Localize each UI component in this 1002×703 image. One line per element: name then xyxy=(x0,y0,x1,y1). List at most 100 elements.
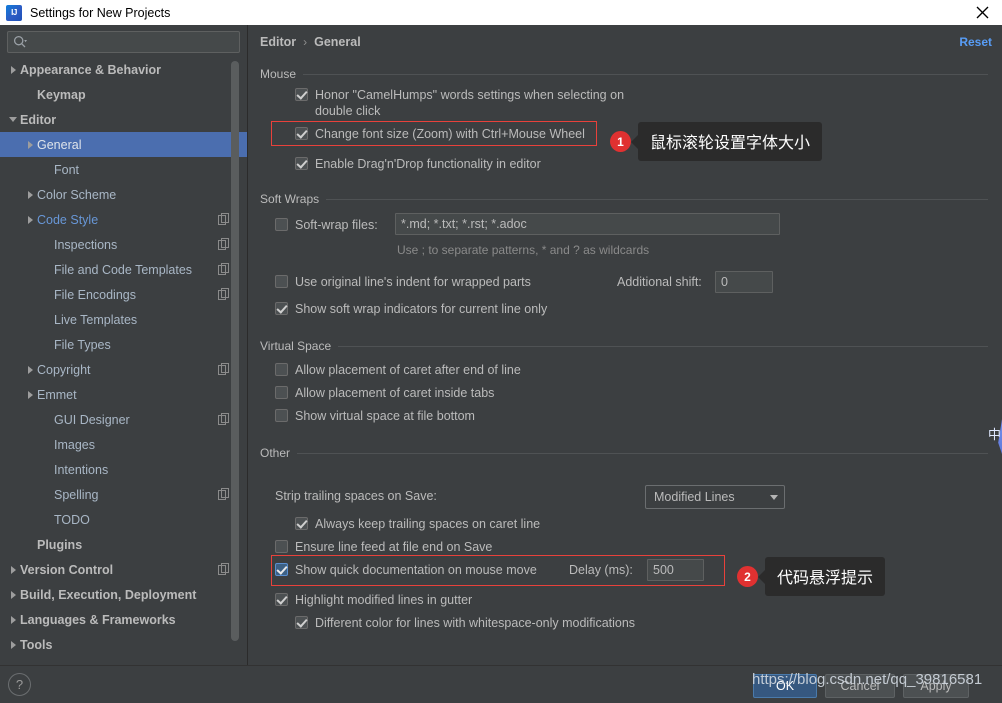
reset-link[interactable]: Reset xyxy=(959,35,992,49)
sidebar-item-copyright[interactable]: Copyright xyxy=(0,357,247,382)
checkbox-caret-inside-tabs[interactable]: Allow placement of caret inside tabs xyxy=(275,385,494,401)
chevron-right-icon[interactable] xyxy=(6,613,20,627)
group-virtual-space: Virtual Space xyxy=(260,339,988,353)
sidebar-item-live-templates[interactable]: Live Templates xyxy=(0,307,247,332)
sidebar-item-general[interactable]: General xyxy=(0,132,247,157)
sidebar-item-keymap[interactable]: Keymap xyxy=(0,82,247,107)
checkbox-highlight-modified[interactable]: Highlight modified lines in gutter xyxy=(275,592,472,608)
sidebar-scrollbar-thumb[interactable] xyxy=(231,61,239,641)
checkbox-icon[interactable] xyxy=(275,563,288,576)
apply-button[interactable]: Apply xyxy=(903,674,969,698)
close-icon[interactable] xyxy=(962,0,1002,25)
sidebar-item-file-encodings[interactable]: File Encodings xyxy=(0,282,247,307)
checkbox-use-original-indent[interactable]: Use original line's indent for wrapped p… xyxy=(275,274,531,290)
cancel-button[interactable]: Cancel xyxy=(825,674,895,698)
chevron-right-icon[interactable] xyxy=(23,188,37,202)
sidebar-item-emmet[interactable]: Emmet xyxy=(0,382,247,407)
checkbox-icon[interactable] xyxy=(275,363,288,376)
checkbox-icon[interactable] xyxy=(295,88,308,101)
copy-icon xyxy=(218,363,229,375)
checkbox-show-quick-documentation[interactable]: Show quick documentation on mouse move xyxy=(275,562,537,578)
chevron-right-icon[interactable] xyxy=(6,63,20,77)
sidebar-item-label: Appearance & Behavior xyxy=(20,62,162,77)
sidebar-item-code-style[interactable]: Code Style xyxy=(0,207,247,232)
checkbox-icon[interactable] xyxy=(275,593,288,606)
group-other-header: Other xyxy=(260,446,988,460)
delay-input[interactable] xyxy=(647,559,704,581)
checkbox-icon[interactable] xyxy=(295,127,308,140)
checkbox-icon[interactable] xyxy=(295,616,308,629)
checkbox-honor-camelhumps[interactable]: Honor "CamelHumps" words settings when s… xyxy=(295,87,660,119)
sidebar-item-label: Emmet xyxy=(37,387,77,402)
breadcrumb-parent[interactable]: Editor xyxy=(260,35,296,49)
strip-trailing-select[interactable]: Modified Lines xyxy=(645,485,785,509)
checkbox-use-original-indent-label: Use original line's indent for wrapped p… xyxy=(295,275,531,289)
divider xyxy=(326,198,988,200)
sidebar-item-intentions[interactable]: Intentions xyxy=(0,457,247,482)
sidebar-item-images[interactable]: Images xyxy=(0,432,247,457)
soft-wrap-files-label: Soft-wrap files: xyxy=(295,218,378,232)
chevron-right-icon[interactable] xyxy=(6,638,20,652)
chevron-right-icon[interactable] xyxy=(23,363,37,377)
sidebar-item-font[interactable]: Font xyxy=(0,157,247,182)
sidebar-item-file-types[interactable]: File Types xyxy=(0,332,247,357)
checkbox-caret-inside-tabs-label: Allow placement of caret inside tabs xyxy=(295,386,495,400)
sidebar-item-color-scheme[interactable]: Color Scheme xyxy=(0,182,247,207)
settings-content: Mouse Honor "CamelHumps" words settings … xyxy=(249,61,1002,665)
sidebar-item-appearance-behavior[interactable]: Appearance & Behavior xyxy=(0,57,247,82)
checkbox-change-font-size[interactable]: Change font size (Zoom) with Ctrl+Mouse … xyxy=(295,126,585,142)
chevron-right-icon[interactable] xyxy=(23,388,37,402)
checkbox-soft-wrap-files[interactable]: Soft-wrap files: xyxy=(275,217,378,233)
sidebar-item-tools[interactable]: Tools xyxy=(0,632,247,657)
checkbox-enable-dragndrop[interactable]: Enable Drag'n'Drop functionality in edit… xyxy=(295,156,541,172)
additional-shift-input[interactable] xyxy=(715,271,773,293)
sidebar-item-todo[interactable]: TODO xyxy=(0,507,247,532)
checkbox-show-soft-wrap-indicators-label: Show soft wrap indicators for current li… xyxy=(295,302,548,316)
chevron-right-icon[interactable] xyxy=(6,563,20,577)
sidebar-item-languages-frameworks[interactable]: Languages & Frameworks xyxy=(0,607,247,632)
chevron-right-icon[interactable] xyxy=(6,588,20,602)
checkbox-virtual-space-bottom[interactable]: Show virtual space at file bottom xyxy=(275,408,475,424)
checkbox-caret-after-eol[interactable]: Allow placement of caret after end of li… xyxy=(275,362,521,378)
sidebar-item-label: Keymap xyxy=(37,87,86,102)
copy-icon xyxy=(218,563,229,575)
checkbox-always-keep-trailing-label: Always keep trailing spaces on caret lin… xyxy=(315,517,541,531)
copy-icon xyxy=(218,238,229,250)
sidebar-item-plugins[interactable]: Plugins xyxy=(0,532,247,557)
sidebar-item-build-execution-deployment[interactable]: Build, Execution, Deployment xyxy=(0,582,247,607)
checkbox-ensure-line-feed[interactable]: Ensure line feed at file end on Save xyxy=(275,539,492,555)
sidebar-item-version-control[interactable]: Version Control xyxy=(0,557,247,582)
checkbox-different-color[interactable]: Different color for lines with whitespac… xyxy=(295,615,635,631)
checkbox-icon[interactable] xyxy=(275,386,288,399)
checkbox-icon[interactable] xyxy=(295,517,308,530)
search-input[interactable] xyxy=(27,34,239,50)
annotation-1: 1 鼠标滚轮设置字体大小 xyxy=(610,122,823,161)
checkbox-always-keep-trailing[interactable]: Always keep trailing spaces on caret lin… xyxy=(295,516,540,532)
group-soft-wraps-title: Soft Wraps xyxy=(260,192,320,206)
sidebar-item-editor[interactable]: Editor xyxy=(0,107,247,132)
checkbox-icon[interactable] xyxy=(295,157,308,170)
chevron-down-icon[interactable] xyxy=(6,113,20,127)
checkbox-icon[interactable] xyxy=(275,409,288,422)
chevron-right-icon[interactable] xyxy=(23,138,37,152)
ok-button[interactable]: OK xyxy=(753,674,817,698)
checkbox-ensure-line-feed-label: Ensure line feed at file end on Save xyxy=(295,540,493,554)
search-box[interactable] xyxy=(7,31,240,53)
chevron-right-icon[interactable] xyxy=(23,213,37,227)
sidebar-item-label: Copyright xyxy=(37,362,91,377)
sidebar-scrollbar-track[interactable] xyxy=(231,57,243,657)
soft-wrap-files-input[interactable] xyxy=(395,213,780,235)
checkbox-icon[interactable] xyxy=(275,275,288,288)
sidebar-item-file-and-code-templates[interactable]: File and Code Templates xyxy=(0,257,247,282)
help-icon[interactable]: ? xyxy=(8,673,31,696)
checkbox-icon[interactable] xyxy=(275,218,288,231)
checkbox-icon[interactable] xyxy=(275,540,288,553)
checkbox-show-soft-wrap-indicators[interactable]: Show soft wrap indicators for current li… xyxy=(275,301,547,317)
dialog-footer: ? OK Cancel Apply xyxy=(0,665,1002,703)
group-soft-wraps-header: Soft Wraps xyxy=(260,192,988,206)
sidebar-item-label: Spelling xyxy=(54,487,99,502)
sidebar-item-gui-designer[interactable]: GUI Designer xyxy=(0,407,247,432)
sidebar-item-spelling[interactable]: Spelling xyxy=(0,482,247,507)
sidebar-item-inspections[interactable]: Inspections xyxy=(0,232,247,257)
checkbox-icon[interactable] xyxy=(275,302,288,315)
